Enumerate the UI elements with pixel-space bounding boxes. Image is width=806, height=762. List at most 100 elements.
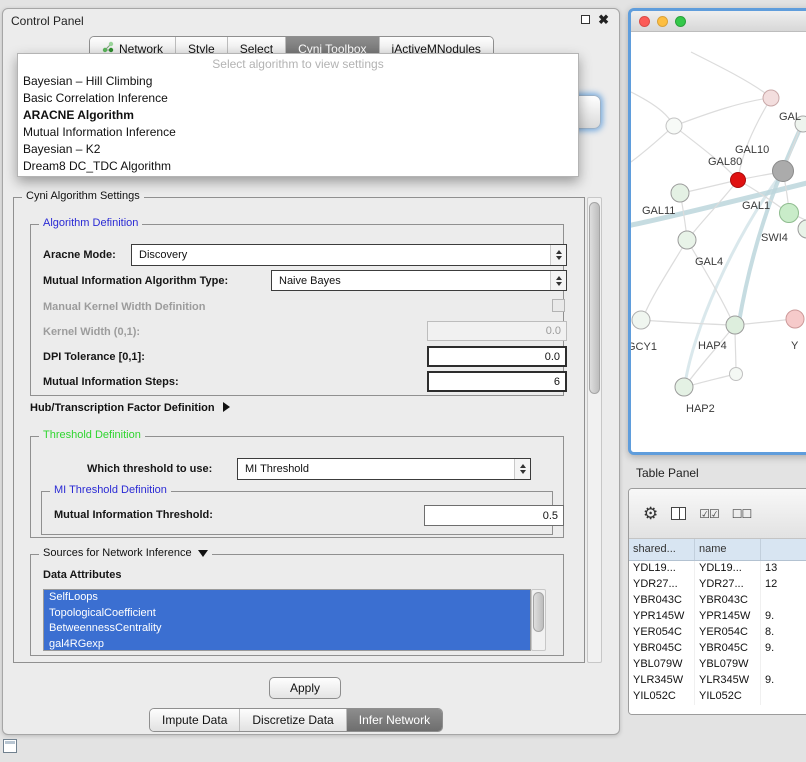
network-canvas[interactable]: GAL80 GAL10 GAL11 GAL1 SWI4 GAL4 GCY1 HA…	[631, 32, 806, 452]
cyni-algorithm-settings-group: Cyni Algorithm Settings Algorithm Defini…	[13, 197, 585, 663]
attribute-item[interactable]: SelfLoops	[44, 590, 530, 606]
zoom-traffic-light[interactable]	[675, 16, 686, 27]
scrollbar-thumb[interactable]	[533, 592, 544, 632]
node-label: SWI4	[761, 232, 788, 244]
node-label: GAL4	[695, 256, 723, 268]
combo-arrows-icon	[514, 459, 530, 479]
node-label: Y	[791, 340, 799, 352]
collapsed-arrow-icon	[223, 402, 230, 412]
column-header[interactable]: shared...	[629, 539, 695, 560]
control-panel-titlebar: Control Panel ✖	[3, 9, 619, 33]
table-panel-window: ⚙ ☑☑ ☐☐ shared... name YDL19... YDL19...…	[628, 488, 806, 715]
node-label: GAL11	[642, 205, 675, 217]
window-controls: ✖	[581, 13, 609, 26]
network-node[interactable]	[666, 118, 682, 134]
minimize-traffic-light[interactable]	[657, 16, 668, 27]
algorithm-definition-group: Algorithm Definition Aracne Mode: Discov…	[30, 224, 564, 396]
aracne-mode-combo[interactable]: Discovery	[131, 244, 567, 266]
network-node[interactable]	[773, 161, 794, 182]
table-row[interactable]: YER054C YER054C 8.	[629, 625, 806, 641]
data-attributes-list[interactable]: SelfLoops TopologicalCoefficient Between…	[43, 589, 531, 651]
attribute-item[interactable]: BetweennessCentrality	[44, 621, 530, 637]
settings-scrollbar[interactable]	[587, 197, 602, 663]
network-node[interactable]	[678, 231, 696, 249]
gear-icon[interactable]: ⚙	[643, 505, 658, 522]
network-node[interactable]	[632, 311, 650, 329]
attribute-item[interactable]: TopologicalCoefficient	[44, 606, 530, 622]
cyni-settings-legend: Cyni Algorithm Settings	[22, 190, 144, 202]
column-header[interactable]	[761, 539, 806, 560]
network-node[interactable]	[675, 378, 693, 396]
table-body: YDL19... YDL19... 13 YDR27... YDR27... 1…	[629, 561, 806, 715]
kernel-width-label: Kernel Width (0,1):	[43, 326, 140, 338]
network-node[interactable]	[786, 310, 804, 328]
node-label: GAL	[779, 111, 801, 123]
node-label: GAL1	[742, 200, 770, 212]
table-panel-title: Table Panel	[636, 466, 699, 480]
network-node-labels: GAL80 GAL10 GAL11 GAL1 SWI4 GAL4 GCY1 HA…	[631, 111, 801, 415]
which-threshold-label: Which threshold to use:	[87, 463, 212, 475]
algorithm-definition-legend: Algorithm Definition	[39, 217, 142, 229]
manual-kernel-checkbox[interactable]	[552, 299, 565, 312]
algorithm-option[interactable]: Bayesian – K2	[18, 141, 578, 158]
algorithm-option[interactable]: Dream8 DC_TDC Algorithm	[18, 158, 578, 175]
node-label: HAP4	[698, 340, 727, 352]
kernel-width-field[interactable]	[427, 321, 567, 341]
algorithm-placeholder: Select algorithm to view settings	[18, 56, 578, 73]
sources-group: Sources for Network Inference Data Attri…	[30, 554, 564, 656]
desktop: Control Panel ✖ Network Style Select Cyn…	[0, 0, 806, 762]
network-node[interactable]	[763, 90, 779, 106]
bottom-tabstrip: Impute Data Discretize Data Infer Networ…	[149, 708, 443, 732]
docked-panel-icon[interactable]	[3, 739, 17, 753]
float-window-icon[interactable]	[581, 15, 590, 24]
sources-legend[interactable]: Sources for Network Inference	[39, 547, 212, 559]
network-node[interactable]	[798, 220, 806, 238]
table-row[interactable]: YLR345W YLR345W 9.	[629, 673, 806, 689]
select-all-columns-icon[interactable]: ☑☑	[699, 507, 719, 521]
table-panel-toolbar: ⚙ ☑☑ ☐☐	[629, 489, 806, 539]
dpi-tolerance-field[interactable]	[427, 346, 567, 367]
control-panel-title: Control Panel	[11, 14, 84, 28]
table-row[interactable]: YBR045C YBR045C 9.	[629, 641, 806, 657]
mi-steps-field[interactable]	[427, 371, 567, 392]
table-row[interactable]: YPR145W YPR145W 9.	[629, 609, 806, 625]
node-label: GAL10	[735, 144, 769, 156]
network-node-selected[interactable]	[731, 173, 746, 188]
tab-infer-network[interactable]: Infer Network	[346, 709, 442, 731]
algorithm-option[interactable]: Bayesian – Hill Climbing	[18, 73, 578, 90]
hub-definition-toggle[interactable]: Hub/Transcription Factor Definition	[30, 402, 230, 414]
network-graph[interactable]: GAL80 GAL10 GAL11 GAL1 SWI4 GAL4 GCY1 HA…	[631, 32, 806, 455]
column-header[interactable]: name	[695, 539, 761, 560]
attribute-list-scrollbar[interactable]	[531, 589, 546, 651]
mi-threshold-field[interactable]	[424, 505, 564, 526]
scrollbar-thumb[interactable]	[589, 202, 600, 394]
algorithm-option[interactable]: Basic Correlation Inference	[18, 90, 578, 107]
mi-threshold-label: Mutual Information Threshold:	[54, 509, 213, 521]
columns-icon[interactable]	[671, 507, 686, 520]
attribute-item[interactable]: gal4RGexp	[44, 637, 530, 652]
algorithm-option[interactable]: Mutual Information Inference	[18, 124, 578, 141]
tab-discretize-data[interactable]: Discretize Data	[239, 709, 345, 731]
network-node[interactable]	[730, 368, 743, 381]
close-icon[interactable]: ✖	[598, 13, 609, 26]
close-traffic-light[interactable]	[639, 16, 650, 27]
manual-kernel-label: Manual Kernel Width Definition	[43, 301, 205, 313]
deselect-all-columns-icon[interactable]: ☐☐	[732, 507, 752, 521]
algorithm-option-selected[interactable]: ARACNE Algorithm	[18, 107, 578, 124]
table-row[interactable]: YDL19... YDL19... 13	[629, 561, 806, 577]
network-view-window: GAL80 GAL10 GAL11 GAL1 SWI4 GAL4 GCY1 HA…	[628, 8, 806, 455]
table-row[interactable]: YBL079W YBL079W	[629, 657, 806, 673]
which-threshold-combo[interactable]: MI Threshold	[237, 458, 531, 480]
algorithm-dropdown-popup: Select algorithm to view settings Bayesi…	[17, 53, 579, 177]
tab-impute-data[interactable]: Impute Data	[150, 709, 239, 731]
table-row[interactable]: YBR043C YBR043C	[629, 593, 806, 609]
network-node[interactable]	[726, 316, 744, 334]
table-row[interactable]: YIL052C YIL052C	[629, 689, 806, 705]
mi-threshold-group: MI Threshold Definition Mutual Informati…	[41, 491, 553, 535]
table-row[interactable]: YDR27... YDR27... 12	[629, 577, 806, 593]
network-node[interactable]	[671, 184, 689, 202]
apply-button[interactable]: Apply	[269, 677, 341, 699]
network-node[interactable]	[780, 204, 799, 223]
mi-type-combo[interactable]: Naive Bayes	[271, 270, 567, 291]
mi-steps-label: Mutual Information Steps:	[43, 376, 179, 388]
